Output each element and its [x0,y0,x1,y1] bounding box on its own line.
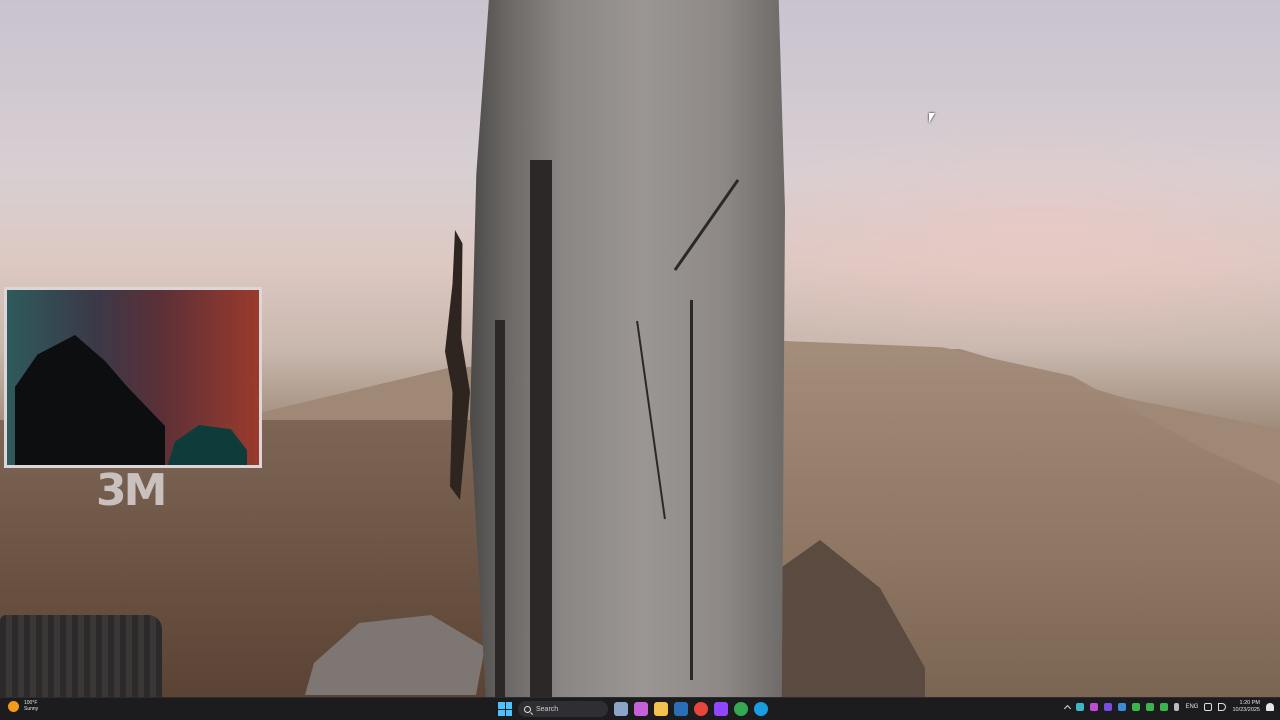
windows-logo-pane [505,709,512,716]
mouse-cursor-icon [929,113,935,123]
file-explorer-icon[interactable] [654,702,668,716]
tray-app-icon[interactable] [1104,703,1113,711]
copilot-icon[interactable] [634,702,648,716]
start-button[interactable] [498,702,512,716]
chrome-alt-icon[interactable] [734,702,748,716]
windows-logo-pane [498,702,505,709]
channel-logo: 3M [96,465,167,516]
search-placeholder: Search [536,705,559,713]
volume-icon[interactable] [1218,703,1227,711]
chrome-icon[interactable] [694,702,708,716]
edge-icon[interactable] [754,702,768,716]
tray-app-icon[interactable] [1118,703,1127,711]
tray-app-icon[interactable] [1160,703,1169,711]
microphone-icon[interactable] [1174,703,1180,711]
steam-icon[interactable] [674,702,688,716]
taskbar: 100°F Sunny Search ENG 1:20 PM 10/23/202… [0,697,1280,720]
pillar-crack [530,160,552,697]
clock-time: 1:20 PM [1239,700,1260,706]
chevron-up-icon[interactable] [1064,704,1072,713]
concrete-pillar [470,0,785,697]
gaming-chair [15,335,165,465]
weather-widget[interactable]: 100°F Sunny [8,700,38,712]
twitch-icon[interactable] [714,702,728,716]
system-tray: ENG 1:20 PM 10/23/2025 [1064,700,1274,714]
tray-app-icon[interactable] [1090,703,1099,711]
sun-icon [8,700,19,712]
pillar-crack [636,320,666,520]
tire [0,615,162,697]
taskbar-search[interactable]: Search [518,701,608,717]
pillar-crack [495,320,505,697]
windows-logo-pane [498,709,505,716]
taskbar-center: Search [498,699,768,719]
pillar-crack [690,300,693,680]
network-icon[interactable] [1204,703,1213,711]
search-icon [524,705,531,713]
tray-app-icon[interactable] [1076,703,1085,711]
tray-app-icon[interactable] [1132,703,1141,711]
webcam-object [167,425,247,465]
language-indicator[interactable]: ENG [1185,704,1198,710]
notification-bell-icon[interactable] [1266,703,1274,711]
pillar-crack [673,179,740,271]
tray-app-icon[interactable] [1146,703,1155,711]
windows-logo-pane [505,702,512,709]
clock-date: 10/23/2025 [1232,707,1260,713]
weather-condition: Sunny [24,706,39,712]
webcam-overlay [4,287,262,468]
search-highlight-icon[interactable] [614,702,628,716]
clock[interactable]: 1:20 PM 10/23/2025 [1232,700,1260,714]
